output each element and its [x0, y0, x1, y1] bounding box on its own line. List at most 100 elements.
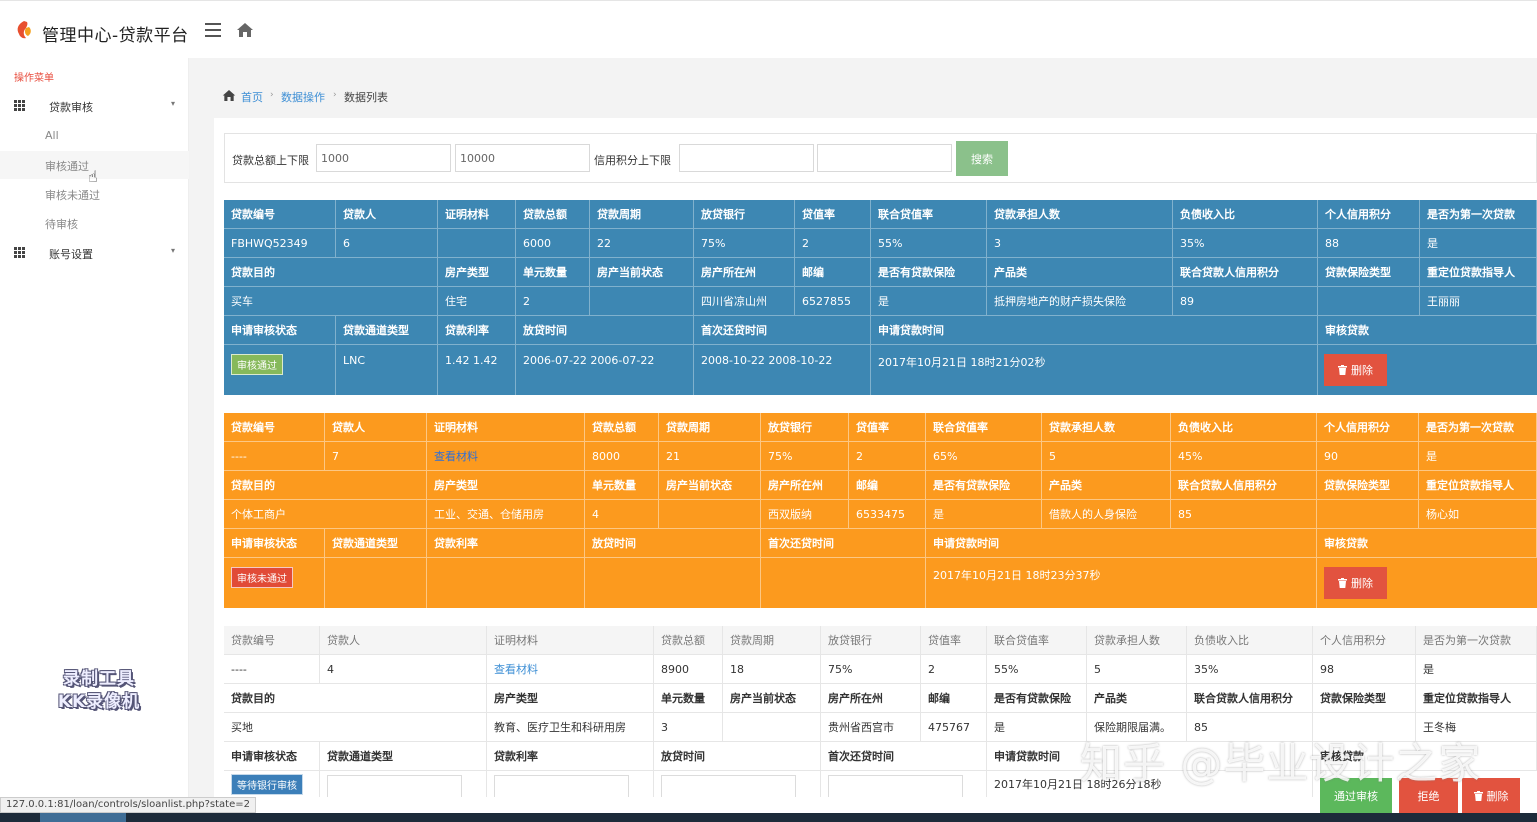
col-joint-count: 贷款承担人数: [1087, 626, 1187, 654]
cell-product: 借款人的人身保险: [1042, 500, 1171, 528]
col-first-loan: 是否为第一次贷款: [1420, 200, 1537, 228]
recorder-watermark: 录制工具 KK录像机: [56, 668, 142, 714]
sidebar-item-label: 审核通过: [45, 160, 89, 173]
col-first-repay: 首次还贷时间: [821, 742, 987, 770]
col-loan-time: 放贷时间: [654, 742, 821, 770]
cell-loan-time: [654, 771, 821, 797]
view-proof-link[interactable]: 查看材料: [434, 448, 478, 464]
col-location: 房产所在州: [761, 471, 849, 499]
credit-max-input[interactable]: [817, 144, 952, 172]
loan-record-rejected: 贷款编号 贷款人 证明材料 贷款总额 贷款周期 放贷银行 贷值率 联合贷值率 贷…: [224, 413, 1537, 608]
col-value-rate: 贷值率: [795, 200, 871, 228]
record-data-row: 个体工商户 工业、交通、仓储用房 4 西双版纳 6533475 是 借款人的人身…: [224, 500, 1537, 529]
col-interest: 贷款利率: [487, 742, 654, 770]
col-zip: 邮编: [795, 258, 871, 286]
col-period: 贷款周期: [590, 200, 694, 228]
recorder-watermark-line2: KK录像机: [57, 692, 141, 712]
cell-channel: [325, 558, 427, 608]
zhihu-watermark: 知乎 @毕业设计之家: [1080, 739, 1482, 788]
cell-purpose: 买地: [224, 713, 487, 741]
search-button[interactable]: 搜索: [956, 141, 1008, 176]
cell-insured: 是: [987, 713, 1087, 741]
col-zip: 邮编: [849, 471, 926, 499]
cell-joint-count: 5: [1042, 442, 1171, 470]
col-bank: 放贷银行: [694, 200, 795, 228]
cell-first-loan: 是: [1419, 442, 1537, 470]
col-units: 单元数量: [654, 684, 723, 712]
col-relocation: 重定位贷款指导人: [1416, 684, 1537, 712]
loan-time-input[interactable]: [661, 775, 796, 797]
col-proof: 证明材料: [438, 200, 516, 228]
cell-value-rate: 2: [921, 655, 987, 683]
grid-icon: [14, 100, 25, 111]
status-badge: 审核未通过: [231, 567, 293, 588]
record-data-row: FBHWQ52349 6 6000 22 75% 2 55% 3 35% 88 …: [224, 229, 1537, 258]
sidebar-group-label: 账号设置: [49, 248, 93, 261]
col-location: 房产所在州: [821, 684, 921, 712]
cell-bank: 75%: [694, 229, 795, 257]
col-first-repay: 首次还贷时间: [694, 316, 871, 344]
record-header-row: 贷款编号 贷款人 证明材料 贷款总额 贷款周期 放贷银行 贷值率 联合贷值率 贷…: [224, 626, 1537, 655]
col-first-repay: 首次还贷时间: [761, 529, 926, 557]
col-joint-value-rate: 联合贷值率: [871, 200, 987, 228]
trash-icon: [1473, 790, 1483, 801]
cell-proof: 查看材料: [427, 442, 585, 470]
col-status: 申请审核状态: [224, 316, 336, 344]
cell-bank: 75%: [821, 655, 921, 683]
cell-joint-count: 3: [987, 229, 1173, 257]
col-first-loan: 是否为第一次贷款: [1416, 626, 1537, 654]
sidebar-item-all[interactable]: All: [0, 122, 189, 150]
home-icon[interactable]: [236, 22, 254, 38]
interest-input[interactable]: [494, 775, 629, 797]
credit-min-input[interactable]: [679, 144, 814, 172]
cell-joint-value-rate: 55%: [871, 229, 987, 257]
cell-zip: 6533475: [849, 500, 926, 528]
cell-loan-time: 2006-07-22 2006-07-22: [516, 345, 694, 395]
trash-icon: [1338, 578, 1347, 588]
cell-property-status: [723, 713, 821, 741]
first-repay-input[interactable]: [828, 775, 963, 797]
delete-button[interactable]: 删除: [1324, 354, 1387, 386]
cell-value-rate: 2: [795, 229, 871, 257]
cell-first-loan: 是: [1416, 655, 1537, 683]
view-proof-link[interactable]: 查看材料: [494, 661, 538, 677]
sidebar-group-account-settings[interactable]: 账号设置 ▾: [0, 239, 189, 267]
col-relocation: 重定位贷款指导人: [1420, 258, 1537, 286]
cell-joint-credit: 85: [1171, 500, 1317, 528]
channel-input[interactable]: [327, 775, 462, 797]
delete-button-label: 删除: [1351, 364, 1373, 377]
col-product: 产品类: [987, 258, 1173, 286]
grid-icon: [14, 247, 25, 258]
breadcrumb-section[interactable]: 数据操作: [281, 89, 325, 105]
cell-period: 22: [590, 229, 694, 257]
col-loan-no: 贷款编号: [224, 200, 336, 228]
col-location: 房产所在州: [694, 258, 795, 286]
sidebar-group-label: 贷款审核: [49, 101, 93, 114]
col-bank: 放贷银行: [821, 626, 921, 654]
breadcrumb-separator: ›: [270, 90, 274, 100]
cell-purpose: 买车: [224, 287, 438, 315]
taskbar-item[interactable]: [40, 813, 126, 822]
sidebar-group-loan-review[interactable]: 贷款审核 ▾: [0, 92, 189, 120]
sidebar-item-pending[interactable]: 待审核: [0, 209, 189, 237]
cell-credit: 88: [1318, 229, 1420, 257]
cell-property-type: 住宅: [438, 287, 516, 315]
col-period: 贷款周期: [659, 413, 761, 441]
cell-bank: 75%: [761, 442, 849, 470]
cell-property-type: 工业、交通、仓储用房: [427, 500, 585, 528]
amount-min-input[interactable]: [316, 144, 451, 172]
hamburger-icon[interactable]: [205, 23, 221, 37]
breadcrumb-home[interactable]: 首页: [241, 89, 263, 105]
col-units: 单元数量: [585, 471, 659, 499]
col-product: 产品类: [1042, 471, 1171, 499]
cell-joint-count: 5: [1087, 655, 1187, 683]
amount-max-input[interactable]: [455, 144, 590, 172]
delete-button[interactable]: 删除: [1324, 567, 1387, 599]
col-proof: 证明材料: [487, 626, 654, 654]
col-status: 申请审核状态: [224, 529, 325, 557]
col-credit: 个人信用积分: [1313, 626, 1416, 654]
col-loan-no: 贷款编号: [224, 626, 320, 654]
col-review: 审核贷款: [1318, 316, 1537, 344]
col-interest: 贷款利率: [427, 529, 585, 557]
col-loan-time: 放贷时间: [585, 529, 761, 557]
